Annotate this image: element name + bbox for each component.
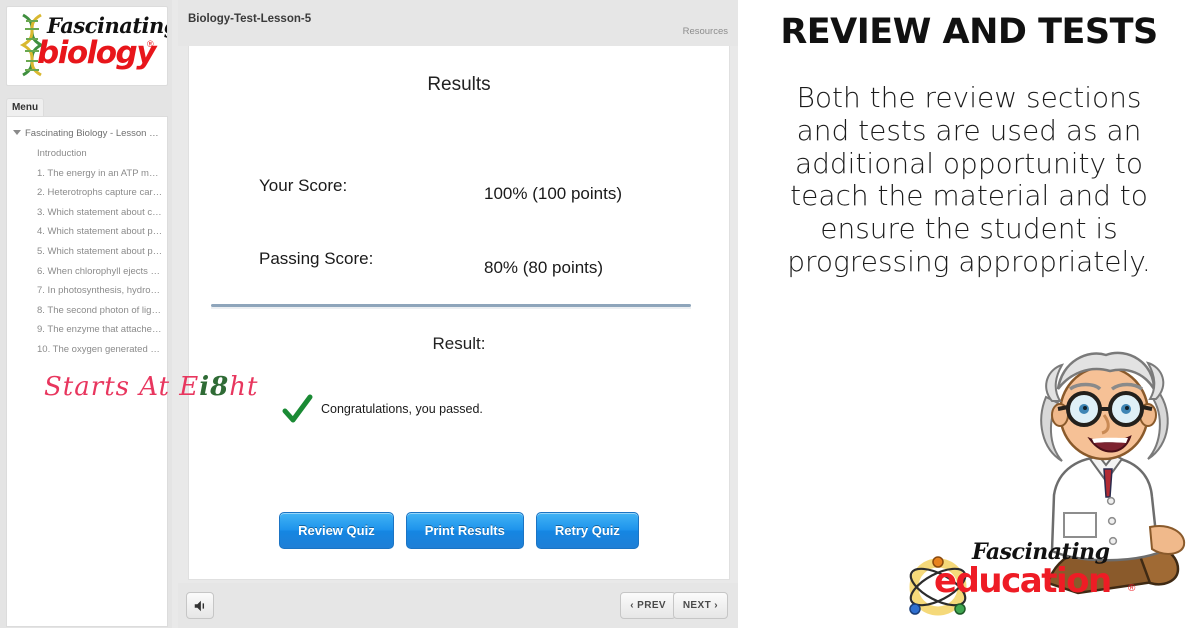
promo-body: Both the review sections and tests are u… [787, 81, 1151, 278]
results-action-buttons: Review Quiz Print Results Retry Quiz [189, 512, 729, 549]
starts-at-eight-watermark: Starts At Ei8ht [44, 372, 290, 412]
logo-registered-mark: ® [147, 39, 154, 49]
menu-item-question-1[interactable]: 1. The energy in an ATP molecule... [7, 164, 167, 184]
chevron-down-icon[interactable] [13, 130, 21, 135]
resources-link[interactable]: Resources [683, 26, 728, 37]
player-main-area: Biology-Test-Lesson-5 Resources Results … [178, 0, 738, 628]
prev-button[interactable]: ‹ PREV [620, 592, 676, 619]
result-message: Congratulations, you passed. [321, 402, 483, 416]
fascinating-education-logo: Fascinating education ® [906, 535, 1136, 621]
edu-logo-word-education: education [934, 561, 1112, 601]
result-label: Result: [432, 334, 486, 353]
player-bottom-bar: ‹ PREV NEXT › [178, 583, 738, 628]
review-quiz-button[interactable]: Review Quiz [279, 512, 394, 549]
menu-item-question-2[interactable]: 2. Heterotrophs capture carbon f... [7, 183, 167, 203]
menu-tree-root[interactable]: Fascinating Biology - Lesson 5 - Test 5 [7, 124, 167, 144]
menu-item-question-10[interactable]: 10. The oxygen generated by pho... [7, 340, 167, 360]
retry-quiz-button[interactable]: Retry Quiz [535, 512, 639, 549]
watermark-text-part-1: Starts At E [44, 372, 200, 402]
slide-title: Results [427, 74, 491, 95]
watermark-text-part-2: ht [229, 372, 259, 402]
fascinating-biology-logo: Fascinating biology ® [6, 6, 168, 86]
passing-score-label: Passing Score: [259, 249, 374, 268]
edu-logo-registered-mark: ® [1128, 583, 1136, 594]
course-player: Fascinating biology ® Menu Fascinating B… [0, 0, 738, 628]
promo-title: REVIEW AND TESTS [780, 12, 1158, 52]
lesson-title: Biology-Test-Lesson-5 [188, 13, 312, 25]
watermark-eight: i8 [199, 372, 230, 402]
menu-item-question-9[interactable]: 9. The enzyme that attaches carb... [7, 320, 167, 340]
print-results-button[interactable]: Print Results [405, 512, 524, 549]
menu-item-question-6[interactable]: 6. When chlorophyll ejects a high... [7, 262, 167, 282]
speaker-icon [194, 600, 205, 611]
sidebar: Fascinating biology ® Menu Fascinating B… [0, 0, 172, 628]
volume-button[interactable] [186, 592, 214, 619]
menu-tree-root-label: Fascinating Biology - Lesson 5 - Test 5 [25, 128, 167, 139]
menu-item-question-3[interactable]: 3. Which statement about chloro... [7, 203, 167, 223]
section-divider-shadow [211, 307, 691, 309]
menu-item-question-8[interactable]: 8. The second photon of light stri... [7, 301, 167, 321]
menu-item-question-7[interactable]: 7. In photosynthesis, hydrogen io... [7, 281, 167, 301]
passing-score-value: 80% (80 points) [484, 258, 604, 277]
your-score-label: Your Score: [259, 176, 348, 195]
menu-tab[interactable]: Menu [6, 98, 44, 117]
your-score-value: 100% (100 points) [484, 184, 622, 203]
menu-item-introduction[interactable]: Introduction [7, 144, 167, 164]
menu-item-question-5[interactable]: 5. Which statement about photos... [7, 242, 167, 262]
results-slide: Results Your Score: 100% (100 points) Pa… [188, 46, 730, 580]
logo-word-biology: biology [37, 35, 156, 71]
next-button[interactable]: NEXT › [672, 592, 728, 619]
player-top-bar: Biology-Test-Lesson-5 Resources [178, 0, 738, 46]
menu-item-question-4[interactable]: 4. Which statement about photos... [7, 222, 167, 242]
screenshot-root: Fascinating biology ® Menu Fascinating B… [0, 0, 1200, 628]
